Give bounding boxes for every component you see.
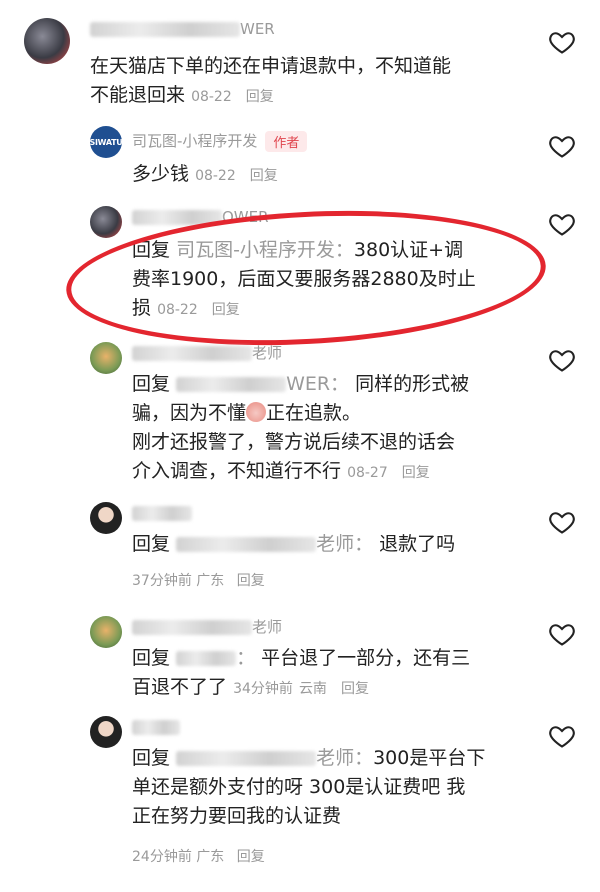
comment-location: 广东 <box>196 849 225 865</box>
blurred-username <box>176 537 317 552</box>
comment-author-name[interactable] <box>132 718 180 736</box>
heart-outline-icon[interactable] <box>548 508 576 536</box>
heart-outline-icon[interactable] <box>548 132 576 160</box>
author-avatar[interactable]: SIWATU <box>90 126 122 158</box>
comment-author-name[interactable] <box>132 504 192 522</box>
comment-text: 回复 老师： 退款了吗 <box>132 533 456 555</box>
comment-meta: 24分钟前 广东 回复 <box>132 846 265 866</box>
heart-outline-icon[interactable] <box>548 722 576 750</box>
reply-button[interactable]: 回复 <box>341 681 369 697</box>
comment-text: 回复 老师：300是平台下 单还是额外支付的呀 300是认证费吧 我 正在努力要… <box>132 747 486 827</box>
emoji-icon <box>246 402 267 422</box>
heart-outline-icon[interactable] <box>548 620 576 648</box>
heart-outline-icon[interactable] <box>548 28 576 56</box>
comment-date: 08-27 <box>347 465 388 481</box>
blurred-username <box>132 720 180 735</box>
blurred-username <box>90 22 240 37</box>
reply-button[interactable]: 回复 <box>237 573 265 589</box>
comment-location: 广东 <box>196 573 225 589</box>
comment-text: 回复 ： 平台退了一部分，还有三 百退不了了 34分钟前 云南 回复 <box>132 647 471 698</box>
blurred-username <box>176 751 317 766</box>
comment-time: 37分钟前 <box>132 573 192 589</box>
comment-time: 24分钟前 <box>132 849 192 865</box>
avatar[interactable] <box>24 18 70 64</box>
comment-date: 08-22 <box>195 168 236 184</box>
comment-author-name[interactable]: 老师 <box>132 616 282 637</box>
comment-text: 多少钱 08-22 回复 <box>132 163 278 185</box>
comment-author-name[interactable]: 司瓦图-小程序开发 作者 <box>132 130 308 152</box>
avatar[interactable] <box>90 206 122 238</box>
comment-author-name[interactable]: 老师 <box>132 342 282 363</box>
comment-location: 云南 <box>298 681 327 697</box>
avatar[interactable] <box>90 716 122 748</box>
blurred-username <box>132 346 252 361</box>
blurred-username <box>132 506 192 521</box>
blurred-username <box>176 651 237 666</box>
comment-text: 回复 WER： 同样的形式被 骗，因为不懂 正在追款。 刚才还报警了，警方说后续不… <box>132 373 470 482</box>
avatar[interactable] <box>90 342 122 374</box>
heart-outline-icon[interactable] <box>548 210 576 238</box>
avatar[interactable] <box>90 616 122 648</box>
author-badge: 作者 <box>265 131 308 152</box>
reply-button[interactable]: 回复 <box>250 168 278 184</box>
avatar[interactable] <box>90 502 122 534</box>
comment-meta: 37分钟前 广东 回复 <box>132 570 265 590</box>
comment-text: 在天猫店下单的还在申请退款中，不知道能 不能退回来 08-22 回复 <box>90 55 452 106</box>
reply-button[interactable]: 回复 <box>237 849 265 865</box>
blurred-username <box>132 620 252 635</box>
comment-author-name[interactable]: WER <box>90 20 275 38</box>
heart-outline-icon[interactable] <box>548 346 576 374</box>
comment-time: 34分钟前 <box>233 681 293 697</box>
blurred-username <box>176 377 287 392</box>
reply-button[interactable]: 回复 <box>402 465 430 481</box>
reply-button[interactable]: 回复 <box>246 89 274 105</box>
comment-date: 08-22 <box>191 89 232 105</box>
